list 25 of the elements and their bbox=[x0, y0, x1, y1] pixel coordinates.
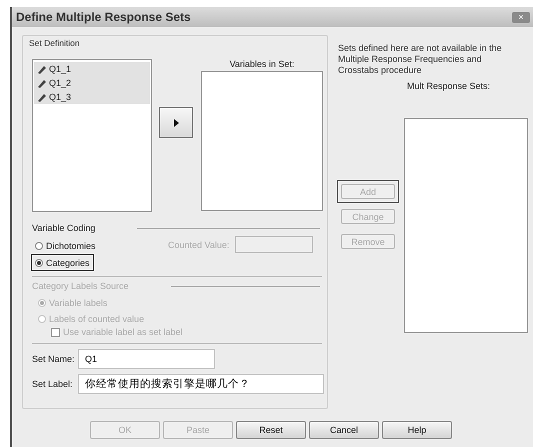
source-variable-list[interactable]: Q1_1 Q1_2 Q1_3 bbox=[32, 59, 152, 212]
move-right-button[interactable] bbox=[159, 107, 193, 138]
list-label: Variables in Set: bbox=[230, 59, 294, 69]
set-label-field[interactable]: 你经常使用的搜索引擎是哪几个？ bbox=[78, 374, 324, 394]
field-label: Set Name: bbox=[32, 354, 76, 364]
variable-item[interactable]: Q1_3 bbox=[34, 90, 150, 104]
radio-option[interactable]: Categories bbox=[32, 255, 93, 270]
section-heading: Variable Coding bbox=[32, 223, 96, 233]
section-heading: Category Labels Source bbox=[32, 281, 129, 291]
dialog-button[interactable]: Help bbox=[382, 421, 452, 439]
dialog-button[interactable]: Cancel bbox=[309, 421, 379, 439]
list-label: Mult Response Sets: bbox=[407, 81, 492, 91]
dialog-button[interactable]: Reset bbox=[236, 421, 306, 439]
field-label: Counted Value: bbox=[168, 240, 230, 250]
set-name-field[interactable]: Q1 bbox=[78, 349, 215, 369]
info-note: Sets defined here are not available in the Multiple Response Frequencies and Crosstabs procedure bbox=[338, 43, 503, 76]
arrow-right-icon bbox=[174, 118, 178, 126]
window-title: Define Multiple Response Sets bbox=[16, 10, 191, 24]
variable-item[interactable]: Q1_1 bbox=[34, 62, 150, 76]
variables-in-set-list[interactable] bbox=[201, 71, 323, 211]
radio-option[interactable]: Dichotomies bbox=[32, 238, 99, 253]
field-label: Set Label: bbox=[32, 379, 74, 389]
mult-response-sets-list[interactable] bbox=[404, 118, 528, 333]
group-legend: Set Definition bbox=[29, 38, 80, 48]
variable-item[interactable]: Q1_2 bbox=[34, 76, 150, 90]
